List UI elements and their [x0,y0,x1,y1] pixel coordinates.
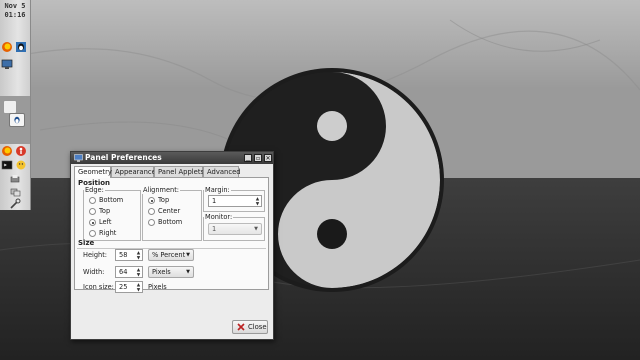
minimize-icon: ▁ [245,155,251,162]
left-panel: Nov 5 01:16 [0,0,31,210]
clock-date[interactable]: Nov 5 [0,2,30,10]
edge-option-bottom[interactable]: Bottom [99,196,123,204]
close-window-button[interactable]: ✕ [264,154,272,162]
tab-geometry[interactable]: Geometry [74,166,112,178]
alignment-label: Alignment: [142,186,181,194]
close-button-label: Close [248,323,267,331]
height-unit-select[interactable]: % Percent ▼ [148,249,194,261]
alignment-option-top[interactable]: Top [158,196,169,204]
height-label: Height: [83,251,108,259]
settings-tools-icon[interactable] [9,198,21,210]
monitor-icon [74,154,83,162]
minimize-button[interactable]: ▁ [244,154,252,162]
close-button[interactable]: Close [232,320,268,334]
tux-linux-icon[interactable] [15,41,27,53]
alignment-option-center[interactable]: Center [158,207,180,215]
tab-appearance[interactable]: Appearance [111,166,156,177]
firefox-icon[interactable] [1,41,13,53]
edge-radio-bottom[interactable] [89,197,96,204]
spin-down-icon[interactable]: ▼ [136,256,141,261]
icon-size-spinbutton[interactable]: 25 ▲ ▼ [115,281,143,293]
window-titlebar[interactable]: Panel Preferences ▁ ▫ ✕ [71,152,273,164]
tab-panel-applets[interactable]: Panel Applets [154,166,204,177]
monitor-icon[interactable] [1,58,13,70]
alignment-radio-top[interactable] [148,197,155,204]
width-unit-value: Pixels [152,268,171,276]
edge-radio-left[interactable] [89,219,96,226]
edge-option-left[interactable]: Left [99,218,111,226]
chevron-down-icon: ▼ [186,252,190,258]
spin-down-icon[interactable]: ▼ [255,202,260,207]
window-title: Panel Preferences [85,153,162,162]
edge-label: Edge: [84,186,105,194]
width-value: 64 [119,268,128,276]
height-value: 58 [119,251,128,259]
tux-linux-icon[interactable] [9,113,25,127]
monitor-select[interactable]: 1 ▼ [208,223,262,235]
icon-size-label: Icon size: [83,283,114,291]
height-unit-value: % Percent [152,251,186,259]
spin-down-icon[interactable]: ▼ [136,273,141,278]
edge-radio-top[interactable] [89,208,96,215]
edge-option-top[interactable]: Top [99,207,110,215]
geometry-page: Position Edge: Bottom Top Left Right Ali… [74,177,269,293]
margin-spinbutton[interactable]: 1 ▲ ▼ [208,195,262,207]
margin-value: 1 [212,197,217,205]
chevron-down-icon: ▼ [186,269,190,275]
clock-time[interactable]: 01:16 [0,11,30,19]
accessibility-icon[interactable] [15,145,27,157]
chat-icon[interactable] [15,159,27,171]
maximize-icon: ▫ [255,155,261,162]
spin-down-icon[interactable]: ▼ [136,288,141,293]
printer-icon[interactable] [9,173,21,185]
height-spinbutton[interactable]: 58 ▲ ▼ [115,249,143,261]
width-label: Width: [83,268,105,276]
firefox-icon[interactable] [1,145,13,157]
size-heading: Size [78,239,95,247]
alignment-option-bottom[interactable]: Bottom [158,218,182,226]
chevron-down-icon: ▼ [254,226,258,232]
edge-radio-right[interactable] [89,230,96,237]
terminal-icon[interactable] [1,159,13,171]
blank-app-icon[interactable] [3,100,17,114]
margin-label: Margin: [204,186,231,194]
close-icon: ✕ [265,155,271,162]
alignment-radio-center[interactable] [148,208,155,215]
monitor-value: 1 [212,225,217,233]
maximize-button[interactable]: ▫ [254,154,262,162]
width-spinbutton[interactable]: 64 ▲ ▼ [115,266,143,278]
close-icon [237,323,245,331]
panel-preferences-window: Panel Preferences ▁ ▫ ✕ Geometry Appeara… [70,151,274,340]
width-unit-select[interactable]: Pixels ▼ [148,266,194,278]
monitor-label: Monitor: [204,213,234,221]
tab-advanced[interactable]: Advanced [203,166,241,177]
edge-option-right[interactable]: Right [99,229,116,237]
alignment-radio-bottom[interactable] [148,219,155,226]
icon-size-value: 25 [119,283,128,291]
network-icon[interactable] [9,186,21,198]
icon-size-unit: Pixels [148,283,167,291]
